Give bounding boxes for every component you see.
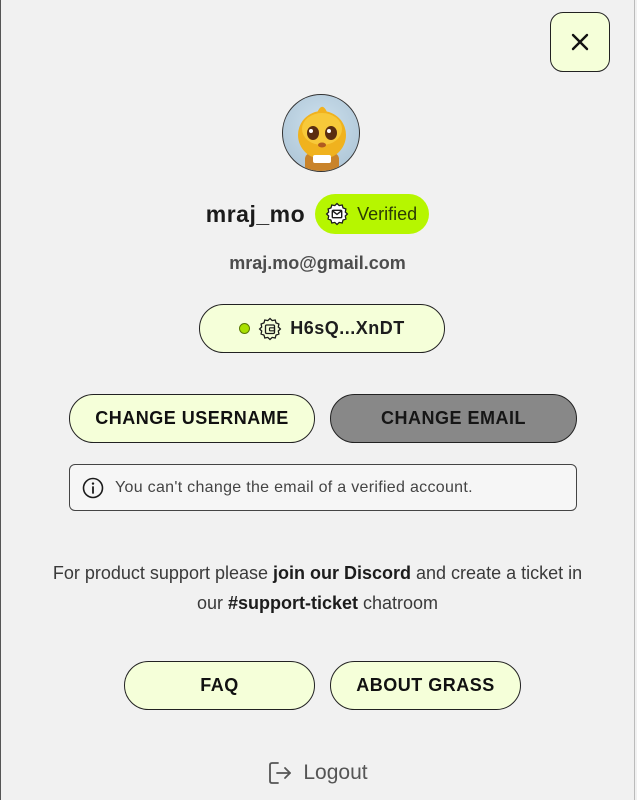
info-icon [82, 477, 104, 498]
support-message: For product support please join our Disc… [41, 558, 594, 618]
faq-button[interactable]: FAQ [124, 661, 315, 710]
wallet-status-dot [239, 323, 251, 334]
logout-icon [269, 762, 292, 784]
verified-email-notice: You can't change the email of a verified… [69, 464, 577, 511]
profile-modal: mraj_mo Verified mraj.mo@gmail.com H6sQ.… [0, 0, 635, 800]
verified-badge: Verified [315, 194, 430, 234]
avatar [282, 94, 360, 172]
user-email: mraj.mo@gmail.com [229, 253, 406, 273]
change-email-button[interactable]: CHANGE EMAIL [330, 394, 577, 443]
logout-label: Logout [303, 761, 368, 784]
verified-label: Verified [357, 203, 418, 224]
about-grass-button[interactable]: ABOUT GRASS [330, 661, 521, 710]
close-button[interactable] [550, 12, 610, 72]
notice-text: You can't change the email of a verified… [115, 478, 473, 496]
logout-button[interactable]: Logout [1, 760, 634, 786]
change-username-button[interactable]: CHANGE USERNAME [69, 394, 315, 443]
discord-link[interactable]: join our Discord [273, 563, 411, 583]
mail-badge-icon [325, 202, 349, 226]
name-row: mraj_mo Verified [1, 193, 634, 235]
close-icon [571, 33, 589, 51]
avatar-mascot-image [298, 106, 346, 171]
wallet-badge-icon [258, 317, 282, 341]
wallet-address-button[interactable]: H6sQ...XnDT [199, 304, 445, 353]
support-prefix: For product support please [52, 563, 273, 583]
support-suffix: chatroom [358, 593, 439, 613]
wallet-address: H6sQ...XnDT [290, 318, 405, 338]
support-channel: #support-ticket [227, 593, 358, 613]
username: mraj_mo [205, 200, 306, 227]
